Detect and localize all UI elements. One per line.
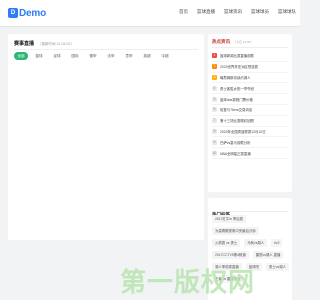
news-link[interactable]: 巴萨vs皇马前瞻分析: [220, 140, 251, 145]
schedule-title: 赛事直播: [14, 41, 35, 47]
news-link[interactable]: 曝詹姆斯将续约湖人: [220, 75, 251, 80]
tag-link[interactable]: 2017红牛tv 季后赛: [212, 215, 247, 223]
list-item[interactable]: 4 勇士客胜太阳一举夺冠: [212, 83, 288, 95]
news-link[interactable]: 2023世界杯亚洲区预选赛: [220, 64, 258, 69]
news-link[interactable]: 2023年全国男篮联赛12月10日: [220, 129, 266, 134]
list-item[interactable]: 9 巴萨vs皇马前瞻分析: [212, 137, 288, 149]
tab-all[interactable]: 全部: [14, 52, 28, 60]
tag-link[interactable]: 为莫鹰眼视角中央最后分钟: [212, 227, 259, 235]
rank-badge: 7: [212, 118, 217, 124]
news-link[interactable]: 篮球nba赛程门票价格: [220, 97, 253, 102]
tab-international[interactable]: 国际: [68, 52, 82, 60]
hot-news-card: 热点资讯 （今日 12:00） 1 篮球新闻比赛直播前瞻 2 2023世界杯亚洲区预…: [208, 34, 292, 192]
nav-item-players[interactable]: 篮球球员: [251, 9, 269, 15]
list-item[interactable]: 8 2023年全国男篮联赛12月10日: [212, 127, 288, 138]
rank-badge: 9: [212, 139, 217, 145]
tag-link[interactable]: tiv2: [271, 239, 283, 247]
list-item[interactable]: 7 第十三场比赛精彩回顾: [212, 116, 288, 127]
news-link[interactable]: 篮球新闻比赛直播前瞻: [220, 53, 254, 58]
divider: [212, 47, 288, 48]
tab-csl[interactable]: 中超: [158, 52, 172, 60]
site-logo[interactable]: D Demo: [8, 6, 46, 20]
news-link[interactable]: 哈登与76ers交易消息: [220, 107, 252, 112]
list-item[interactable]: 1 篮球新闻比赛直播前瞻: [212, 51, 288, 62]
watermark-text: 第一版权网: [120, 268, 256, 298]
main-nav: 首页 篮球直播 篮球资讯 篮球球员 篮球球队: [179, 9, 296, 15]
nav-item-news[interactable]: 篮球资讯: [224, 9, 242, 15]
tag-link[interactable]: 火箭赛 vs 勇士: [212, 239, 241, 247]
rank-badge: 5: [212, 96, 217, 102]
hot-news-list: 1 篮球新闻比赛直播前瞻 2 2023世界杯亚洲区预选赛 3 曝詹姆斯将续约湖人 4勇…: [212, 51, 288, 159]
tab-basketball[interactable]: 篮球: [32, 52, 46, 60]
nav-item-home[interactable]: 首页: [179, 9, 188, 15]
list-item[interactable]: 6 哈登与76ers交易消息: [212, 105, 288, 116]
rank-badge: 6: [212, 107, 217, 113]
rank-badge: 3: [212, 74, 217, 80]
list-item[interactable]: 2 2023世界杯亚洲区预选赛: [212, 62, 288, 73]
news-link[interactable]: 勇士客胜太阳一举夺冠: [220, 86, 254, 91]
tag-link[interactable]: 马刺vs湖人: [244, 239, 268, 247]
list-item[interactable]: 3 曝詹姆斯将续约湖人: [212, 73, 288, 84]
schedule-panel: 赛事直播 （更新时间 12-09-01） 全部 篮球 足球 国际 德甲 法甲 意…: [8, 34, 204, 240]
league-tabs: 全部 篮球 足球 国际 德甲 法甲 意甲 英超 中超: [14, 52, 172, 60]
divider: [212, 211, 288, 212]
list-item[interactable]: 5 篮球nba赛程门票价格: [212, 94, 288, 105]
logo-text: Demo: [19, 7, 46, 19]
news-link[interactable]: 第十三场比赛精彩回顾: [220, 118, 254, 123]
tab-bundesliga[interactable]: 德甲: [86, 52, 100, 60]
logo-badge-icon: D: [8, 8, 18, 18]
rank-badge: 4: [212, 85, 217, 91]
nav-item-teams[interactable]: 篮球球队: [278, 9, 296, 15]
divider: [14, 49, 198, 50]
schedule-header: 赛事直播 （更新时间 12-09-01）: [14, 40, 74, 47]
list-item[interactable]: 10 NBA全明星正赛直播: [212, 148, 288, 159]
rank-badge: 10: [212, 150, 217, 156]
tag-link[interactable]: 雷霆vs湖人 直播: [252, 251, 284, 259]
tag-link[interactable]: 勇士vs湖人: [265, 263, 289, 271]
nav-item-live[interactable]: 篮球直播: [197, 9, 215, 15]
hot-news-header: 热点资讯 （今日 12:00）: [212, 39, 253, 45]
news-link[interactable]: NBA全明星正赛直播: [220, 151, 251, 156]
rank-badge: 8: [212, 128, 217, 134]
hot-news-subtitle: （今日 12:00）: [233, 40, 254, 44]
tab-ligue1[interactable]: 法甲: [104, 52, 118, 60]
top-header: D Demo 首页 篮球直播 篮球资讯 篮球球员 篮球球队: [0, 0, 300, 27]
tab-football[interactable]: 足球: [50, 52, 64, 60]
hot-news-title: 热点资讯: [212, 39, 230, 44]
tab-premier-league[interactable]: 英超: [140, 52, 154, 60]
tab-serie-a[interactable]: 意甲: [122, 52, 136, 60]
rank-badge: 1: [212, 53, 217, 59]
rank-badge: 2: [212, 64, 217, 70]
schedule-subtitle: （更新时间 12-09-01）: [38, 42, 74, 46]
tag-link[interactable]: 2017CCTV5第4频道: [212, 251, 249, 259]
